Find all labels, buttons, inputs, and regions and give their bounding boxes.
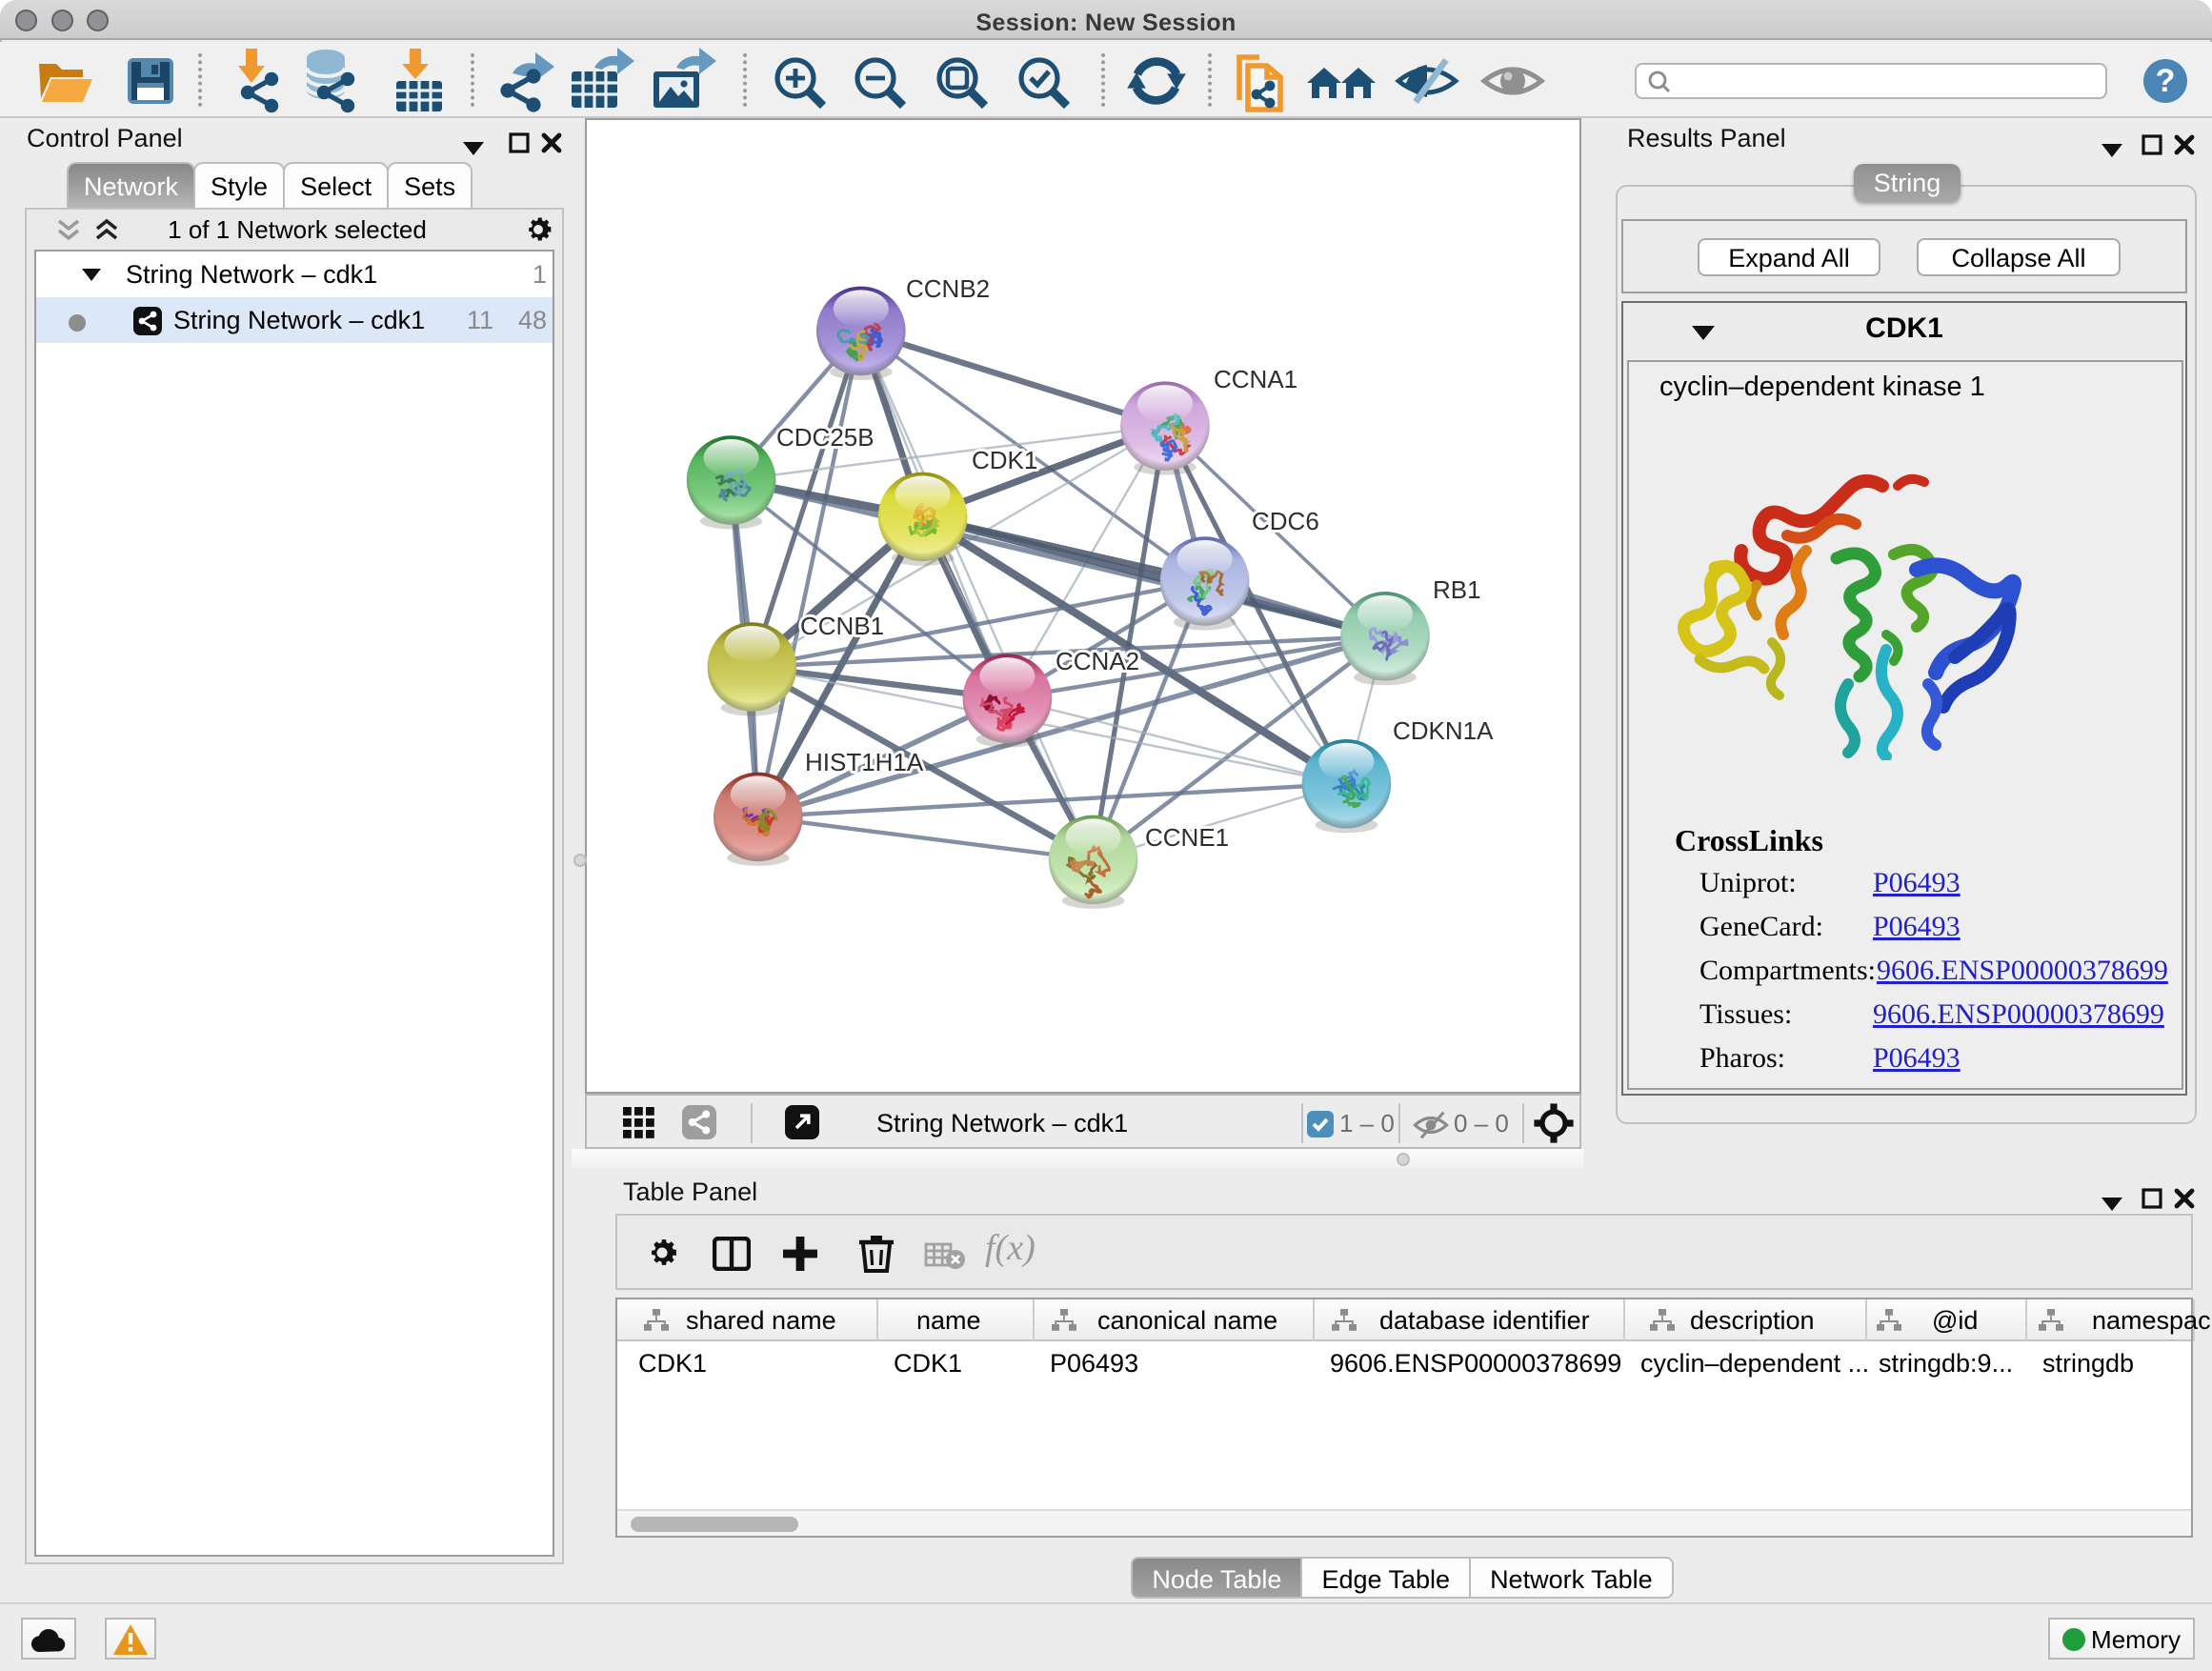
svg-text:CCNA1: CCNA1 <box>1214 365 1297 393</box>
svg-text:CCNA2: CCNA2 <box>1056 647 1139 675</box>
svg-text:RB1: RB1 <box>1433 575 1481 604</box>
svg-text:CDKN1A: CDKN1A <box>1393 716 1494 745</box>
svg-text:CDC6: CDC6 <box>1252 507 1319 535</box>
svg-text:CCNB2: CCNB2 <box>906 274 990 303</box>
svg-text:CCNE1: CCNE1 <box>1145 823 1229 852</box>
svg-text:CDC25B: CDC25B <box>776 423 875 452</box>
svg-text:CCNB1: CCNB1 <box>800 612 884 640</box>
svg-text:HIST1H1A: HIST1H1A <box>805 748 924 776</box>
svg-text:CDK1: CDK1 <box>972 446 1037 474</box>
